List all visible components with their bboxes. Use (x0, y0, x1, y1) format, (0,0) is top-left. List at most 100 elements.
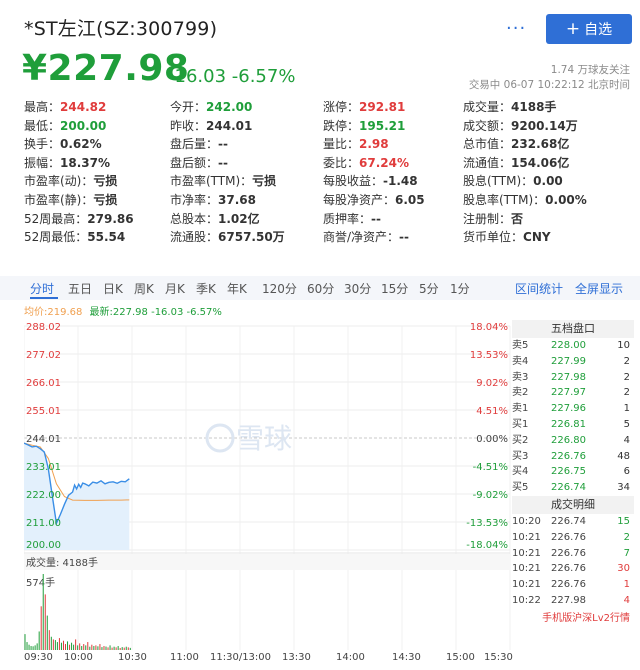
more-options-icon[interactable]: ··· (506, 18, 526, 39)
tab-period[interactable]: 月K (165, 280, 185, 297)
level-label: 买2 (512, 434, 529, 446)
price-tick-label: 211.00 (26, 518, 61, 529)
volume-bar (99, 644, 101, 650)
volume-bar (85, 645, 87, 650)
quote-label: 最高： (24, 100, 61, 114)
quote-cell: 成交量：4188手 (463, 98, 634, 117)
tab-period[interactable]: 120分 (262, 280, 297, 297)
tab-period[interactable]: 5分 (419, 280, 439, 297)
volume-bar (123, 647, 125, 650)
volume-bar (65, 644, 66, 650)
quote-label: 跌停： (323, 118, 360, 133)
level-price: 226.75 (551, 466, 586, 478)
trade-price: 226.76 (551, 579, 586, 591)
quote-cell: 流通值：154.06亿 (463, 154, 634, 173)
ask-row: 卖2 227.97 2 (512, 385, 634, 401)
tab-period[interactable]: 30分 (344, 280, 371, 297)
quote-value: 55.54 (87, 230, 126, 245)
quote-cell: 盘后量：-- (170, 135, 323, 154)
time-tick-label: 15:30 (484, 652, 513, 663)
volume-bar (113, 646, 115, 650)
level-label: 卖2 (512, 387, 529, 399)
quote-cell: 今开：242.00 (170, 98, 323, 117)
quote-label: 总市值： (463, 137, 512, 152)
time-tick-label: 11:30/13:00 (210, 652, 272, 663)
trade-price: 226.76 (551, 531, 586, 543)
volume-bar (91, 644, 93, 650)
quote-label: 商誉/净资产： (323, 230, 400, 245)
quote-label: 流通股： (170, 230, 219, 245)
plus-icon: + (565, 18, 581, 39)
watermark-text: 雪球 (236, 422, 292, 455)
tab-period[interactable]: 季K (196, 280, 216, 297)
volume-bar (40, 606, 42, 650)
range-stats-link[interactable]: 区间统计 (515, 280, 563, 297)
tab-period[interactable]: 60分 (307, 280, 334, 297)
level-volume: 2 (623, 387, 630, 399)
follower-count: 1.74 万球友关注 (550, 64, 630, 76)
percent-tick-label: 9.02% (476, 378, 508, 389)
tab-period[interactable]: 分时 (30, 280, 54, 297)
quote-row: 最低：200.00 昨收：244.01 跌停：195.21 成交额：9200.14万 (24, 117, 634, 136)
quote-cell: 每股净资产：6.05 (323, 191, 463, 210)
volume-bar (26, 642, 28, 650)
volume-bar (30, 646, 32, 650)
tab-period[interactable]: 1分 (450, 280, 470, 297)
trade-time: 10:21 (512, 547, 541, 559)
lv2-link[interactable]: 手机版沪深Lv2行情 (512, 609, 634, 624)
fullscreen-link[interactable]: 全屏显示 (575, 280, 623, 297)
trade-time: 10:22 (512, 594, 541, 606)
volume-bar (46, 615, 48, 650)
price-tick-label: 244.01 (26, 434, 61, 445)
volume-bar (77, 645, 79, 650)
trade-volume: 30 (617, 563, 630, 575)
quote-cell: 涨停：292.81 (323, 98, 463, 117)
level-label: 卖5 (512, 340, 529, 351)
trade-row: 10:21 226.76 7 (512, 546, 634, 562)
level-volume: 6 (623, 466, 630, 478)
volume-bar (60, 642, 62, 650)
volume-bar (73, 644, 75, 650)
quote-cell: 跌停：195.21 (323, 117, 463, 136)
quote-label: 成交额： (463, 118, 512, 133)
quote-cell: 量比：2.98 (323, 135, 463, 154)
quote-cell: 市盈率(静)：亏损 (24, 191, 170, 210)
quote-value: 37.68 (218, 192, 256, 207)
quote-cell: 52周最高：279.86 (24, 210, 170, 229)
quote-value: 200.00 (60, 118, 107, 133)
trade-list: 10:20 226.74 15 10:21 226.76 2 10:21 226.76 7 10:… (512, 514, 634, 609)
time-tick-label: 11:00 (170, 652, 199, 663)
volume-bar (97, 646, 99, 650)
add-to-watchlist-label: 自选 (584, 22, 613, 38)
volume-bar (101, 647, 103, 650)
volume-bar (28, 644, 30, 650)
volume-label: 成交量: 4188手 (26, 556, 98, 569)
level-volume: 1 (623, 403, 630, 415)
level-price: 227.96 (551, 403, 586, 415)
quote-label: 盘后量： (170, 137, 219, 152)
volume-bar (71, 642, 73, 650)
price-tick-label: 233.01 (26, 462, 61, 473)
volume-bar (79, 643, 81, 650)
quote-value: CNY (523, 230, 551, 245)
tab-period[interactable]: 五日 (68, 280, 92, 297)
bid-row: 买2 226.80 4 (512, 433, 634, 449)
quote-value: 154.06亿 (511, 155, 570, 170)
tab-period[interactable]: 年K (227, 280, 247, 297)
intraday-chart[interactable]: 288.02 277.02 266.01 255.01 244.01 233.01 222.… (24, 316, 512, 652)
level-label: 买4 (512, 466, 529, 478)
tab-period[interactable]: 15分 (381, 280, 408, 297)
price-change-percent: -6.57% (231, 66, 296, 87)
tab-period[interactable]: 周K (134, 280, 154, 297)
quote-value: 244.82 (60, 100, 107, 114)
add-to-watchlist-button[interactable]: + 自选 (546, 14, 632, 44)
volume-bar (129, 647, 131, 650)
level-volume: 48 (617, 450, 630, 462)
price-change: -16.03 -6.57% (168, 66, 295, 87)
tab-period[interactable]: 日K (103, 280, 123, 297)
quote-label: 最低： (24, 118, 61, 133)
quote-label: 委比： (323, 155, 360, 170)
time-tick-label: 14:30 (392, 652, 421, 663)
quote-value: -- (399, 230, 410, 245)
quote-cell: 委比：67.24% (323, 154, 463, 173)
